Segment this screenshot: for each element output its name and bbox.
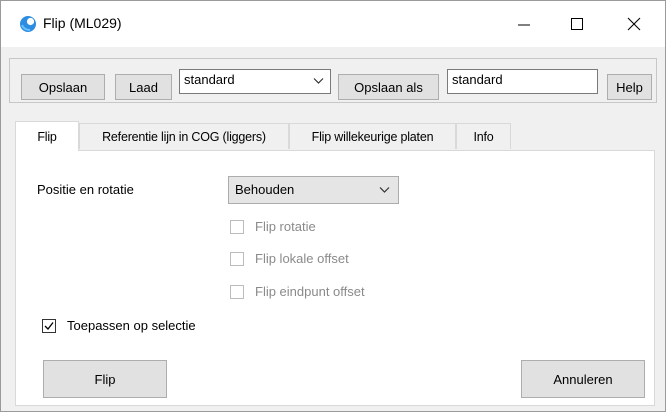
tab-label: Info xyxy=(473,129,494,144)
tab-referentie-lijn[interactable]: Referentie lijn in COG (liggers) xyxy=(79,123,289,149)
position-rotation-value: Behouden xyxy=(235,182,295,197)
tab-flip[interactable]: Flip xyxy=(15,121,79,151)
minimize-icon xyxy=(518,24,530,26)
position-rotation-select[interactable]: Behouden xyxy=(228,176,399,204)
save-button[interactable]: Opslaan xyxy=(21,74,105,100)
tab-label: Flip willekeurige platen xyxy=(311,129,434,144)
save-as-button[interactable]: Opslaan als xyxy=(338,74,439,100)
app-logo-icon xyxy=(20,16,36,32)
tab-label: Flip xyxy=(37,129,57,144)
maximize-button[interactable] xyxy=(554,1,600,47)
preset-select[interactable]: standard xyxy=(179,69,331,94)
maximize-icon xyxy=(571,18,583,30)
preset-select-value: standard xyxy=(184,72,235,87)
chevron-down-icon xyxy=(313,78,324,84)
position-rotation-label: Positie en rotatie xyxy=(37,182,134,197)
save-as-name-input[interactable]: standard xyxy=(447,69,598,94)
flip-rotation-checkbox[interactable] xyxy=(230,220,244,234)
chevron-down-icon xyxy=(379,187,390,193)
apply-to-selection-checkbox[interactable] xyxy=(42,319,56,333)
flip-local-offset-label: Flip lokale offset xyxy=(255,251,349,266)
flip-endpoint-offset-label: Flip eindpunt offset xyxy=(255,284,365,299)
flip-button[interactable]: Flip xyxy=(43,360,167,398)
window-title: Flip (ML029) xyxy=(43,15,122,31)
tab-flip-willekeurige-platen[interactable]: Flip willekeurige platen xyxy=(289,123,456,149)
close-button[interactable] xyxy=(611,1,657,47)
load-button[interactable]: Laad xyxy=(115,74,172,100)
title-bar[interactable]: Flip (ML029) xyxy=(1,1,665,47)
minimize-button[interactable] xyxy=(501,1,547,47)
flip-local-offset-checkbox[interactable] xyxy=(230,252,244,266)
close-icon xyxy=(627,17,641,31)
apply-to-selection-label: Toepassen op selectie xyxy=(67,318,196,333)
flip-endpoint-offset-checkbox[interactable] xyxy=(230,285,244,299)
tab-info[interactable]: Info xyxy=(456,123,511,149)
flip-rotation-label: Flip rotatie xyxy=(255,219,316,234)
help-button[interactable]: Help xyxy=(607,74,652,100)
flip-dialog: Flip (ML029) Opslaan Laad standard Opsla… xyxy=(0,0,666,412)
checkmark-icon xyxy=(44,322,54,330)
tab-label: Referentie lijn in COG (liggers) xyxy=(102,129,266,144)
cancel-button[interactable]: Annuleren xyxy=(521,360,645,398)
